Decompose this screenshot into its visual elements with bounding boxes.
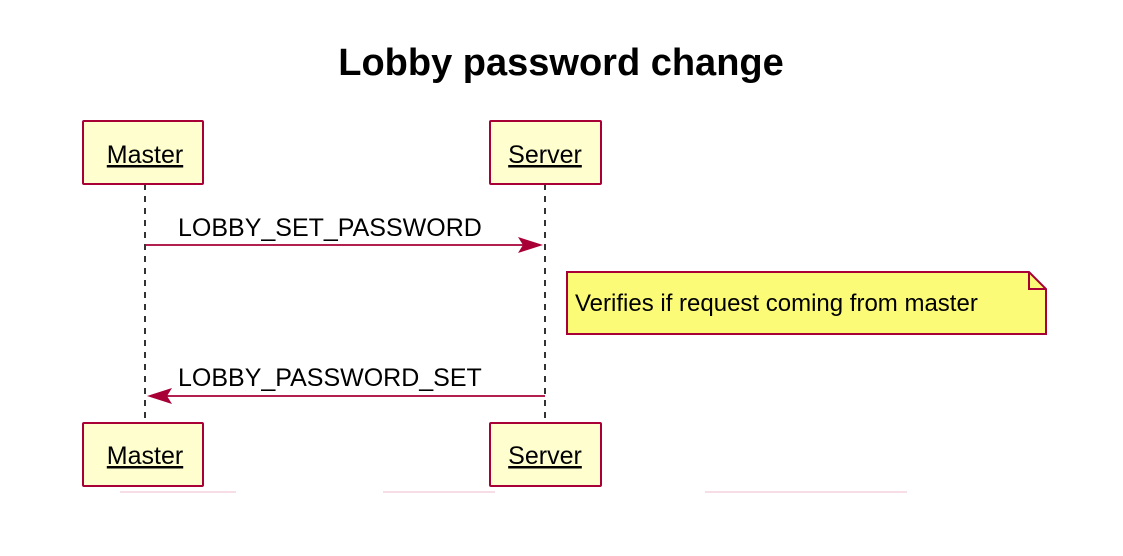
note-text: Verifies if request coming from master <box>575 290 978 317</box>
participant-master-top: Master <box>82 120 204 185</box>
message-label: LOBBY_SET_PASSWORD <box>178 214 482 242</box>
participant-server-bottom: Server <box>489 422 602 487</box>
participant-label: Master <box>107 442 183 470</box>
sequence-diagram: Lobby password change Master Server LOBB… <box>82 42 1047 493</box>
participant-label: Server <box>508 141 582 169</box>
participant-label: Master <box>107 141 183 169</box>
participant-server-top: Server <box>489 120 602 185</box>
note-server: Verifies if request coming from master <box>566 271 1047 335</box>
diagram-title: Lobby password change <box>338 42 784 84</box>
message-label: LOBBY_PASSWORD_SET <box>178 364 482 392</box>
participant-label: Server <box>508 442 582 470</box>
message-lobby-set-password: LOBBY_SET_PASSWORD <box>145 214 543 253</box>
participant-master-bottom: Master <box>82 422 204 487</box>
message-lobby-password-set: LOBBY_PASSWORD_SET <box>147 364 545 404</box>
